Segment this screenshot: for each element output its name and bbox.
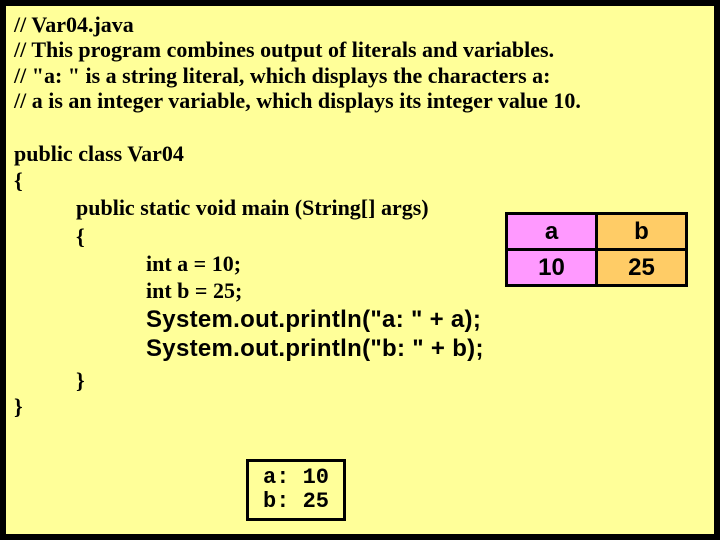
variable-table: a b 10 25 [505, 212, 688, 287]
main-close-brace: } [6, 364, 714, 394]
comment-block: // Var04.java // This program combines o… [6, 6, 714, 113]
table-value-a: 10 [507, 250, 597, 286]
comment-line: // Var04.java [14, 12, 706, 37]
code-slide: // Var04.java // This program combines o… [4, 4, 716, 536]
output-line: a: 10 [263, 465, 329, 490]
comment-line: // a is an integer variable, which displ… [14, 88, 706, 113]
println-b: System.out.println("b: " + b); [146, 335, 706, 364]
comment-line: // "a: " is a string literal, which disp… [14, 63, 706, 88]
output-box: a: 10 b: 25 [246, 459, 346, 521]
open-brace: { [14, 168, 706, 194]
print-statements: System.out.println("a: " + a); System.ou… [6, 304, 714, 364]
output-line: b: 25 [263, 489, 329, 514]
println-a: System.out.println("a: " + a); [146, 306, 706, 335]
class-declaration: public class Var04 { [6, 113, 714, 194]
class-line: public class Var04 [14, 141, 706, 167]
table-header-b: b [597, 214, 687, 250]
comment-line: // This program combines output of liter… [14, 37, 706, 62]
class-close-brace: } [6, 394, 714, 420]
table-header-a: a [507, 214, 597, 250]
table-value-b: 25 [597, 250, 687, 286]
